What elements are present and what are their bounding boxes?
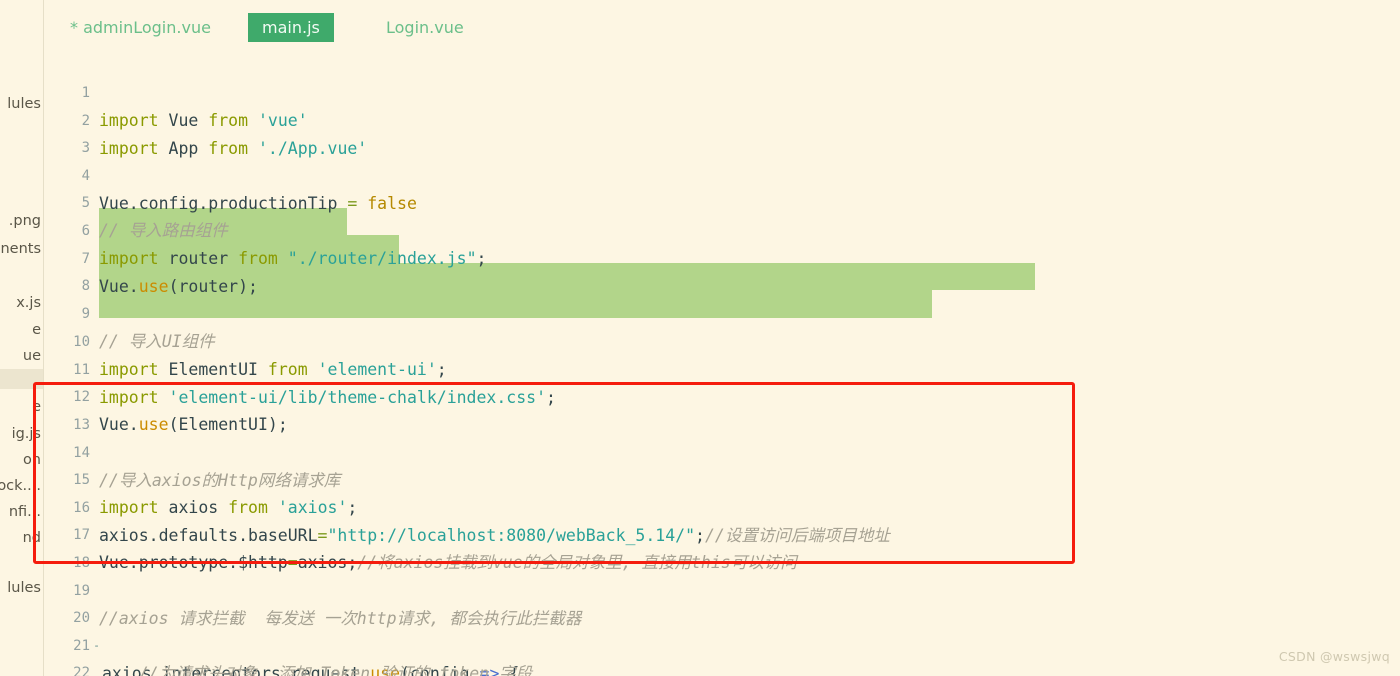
code-line[interactable]: 11 import 'element-ui/lib/theme-chalk/in… (44, 329, 556, 408)
line-content: Vue.prototype.$http=axios;//将axios挂载到vue… (99, 553, 797, 573)
code-line[interactable]: 2 import App from './App.vue' (44, 80, 368, 159)
line-content: axios.defaults.baseURL="http://localhost… (99, 526, 890, 546)
explorer-item[interactable]: on (23, 452, 41, 469)
line-content: //为请求头对象, 添加 Token 验证的 token 字段 (99, 664, 533, 676)
code-line[interactable]: 21 //为请求头对象, 添加 Token 验证的 token 字段 (44, 605, 532, 676)
explorer-item[interactable]: lules (7, 580, 41, 597)
explorer-item[interactable]: e (32, 322, 41, 339)
code-line[interactable]: 17 Vue.prototype.$http=axios;//将axios挂载到… (44, 494, 797, 573)
code-line[interactable]: 19 //axios 请求拦截 每发送 一次http请求, 都会执行此拦截器 (44, 550, 581, 629)
explorer-item[interactable]: ig.js (12, 426, 41, 443)
code-line[interactable]: 6 import router from "./router/index.js"… (44, 190, 487, 269)
explorer-item[interactable]: nd (23, 530, 41, 547)
code-line[interactable]: 5 // 导入路由组件 (44, 162, 228, 241)
code-line[interactable]: 9 // 导入UI组件 (44, 273, 215, 352)
line-content: //axios 请求拦截 每发送 一次http请求, 都会执行此拦截器 (99, 609, 582, 629)
code-line[interactable]: 8 (44, 245, 123, 294)
editor-area: * adminLogin.vue main.js Login.vue 1 imp… (44, 0, 1400, 676)
explorer-item-selected[interactable]: e (32, 399, 41, 416)
code-line[interactable]: 4 Vue.config.productionTip = false (44, 135, 417, 214)
code-line[interactable]: 10 import ElementUI from 'element-ui'; (44, 301, 447, 380)
line-content: Vue.use(ElementUI); (99, 415, 288, 435)
code-line[interactable]: 16 axios.defaults.baseURL="http://localh… (44, 467, 890, 546)
explorer-item[interactable]: x.js (16, 295, 41, 312)
line-content: import axios from 'axios'; (99, 498, 358, 518)
line-content: import 'element-ui/lib/theme-chalk/index… (99, 388, 556, 408)
explorer-item[interactable]: lules (7, 96, 41, 113)
explorer-item[interactable]: ock.... (0, 478, 41, 495)
code-viewport[interactable]: 1 import Vue from 'vue' 2 import App fro… (44, 42, 1400, 676)
ide-window: lules .png nents x.js e ue e ig.js on oc… (0, 0, 1400, 676)
explorer-item[interactable]: nents (0, 241, 41, 258)
tab-adminlogin-vue[interactable]: * adminLogin.vue (68, 13, 213, 42)
explorer-item[interactable]: .png (9, 213, 41, 230)
code-line[interactable]: 14 //导入axios的Http网络请求库 (44, 412, 340, 491)
explorer-selected-row-highlight (0, 369, 43, 389)
code-line[interactable]: 13 (44, 384, 123, 433)
file-explorer-panel[interactable]: lules .png nents x.js e ue e ig.js on oc… (0, 0, 44, 676)
code-line[interactable]: 23 return config; (44, 660, 123, 676)
csdn-watermark: CSDN @wswsjwq (1278, 649, 1390, 664)
line-content: import router from "./router/index.js"; (99, 249, 487, 269)
line-content: import Vue from 'vue' (99, 111, 308, 131)
editor-tab-bar: * adminLogin.vue main.js Login.vue (44, 0, 1400, 42)
code-line[interactable]: 1 import Vue from 'vue' (44, 52, 308, 131)
code-line[interactable]: 12 Vue.use(ElementUI); (44, 356, 288, 435)
tab-main-js[interactable]: main.js (248, 13, 334, 42)
code-line[interactable]: 22 config.headers.adminToken = sessionSt… (44, 632, 123, 676)
line-content: Vue.config.productionTip = false (99, 194, 417, 214)
code-line[interactable]: 15 import axios from 'axios'; (44, 439, 357, 518)
tab-login-vue[interactable]: Login.vue (384, 13, 466, 42)
code-line[interactable]: 3 (44, 107, 123, 156)
code-line[interactable]: 18 (44, 522, 123, 571)
line-content: import ElementUI from 'element-ui'; (99, 360, 447, 380)
code-line[interactable]: 7 Vue.use(router); (44, 218, 258, 297)
code-line[interactable]: 20 - axios.interceptors.request.use(conf… (44, 577, 519, 676)
line-content: import App from './App.vue' (99, 139, 368, 159)
explorer-item[interactable]: ue (23, 348, 41, 365)
explorer-item[interactable]: nfi... (9, 504, 41, 521)
line-content: //导入axios的Http网络请求库 (99, 471, 341, 491)
